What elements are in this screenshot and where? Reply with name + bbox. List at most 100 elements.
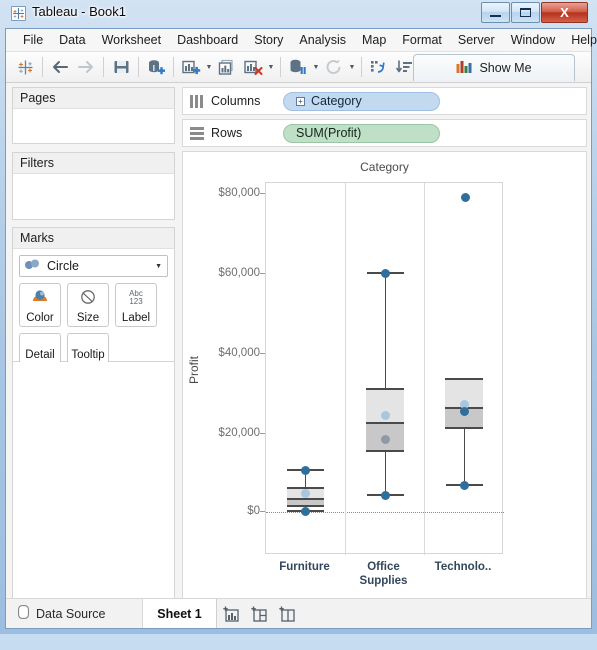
y-tick-label: $80,000 xyxy=(218,187,260,199)
clear-sheet-icon[interactable] xyxy=(240,54,266,80)
menu-window[interactable]: Window xyxy=(503,31,563,49)
close-button[interactable]: X xyxy=(541,2,588,23)
data-point[interactable] xyxy=(301,466,310,475)
menu-worksheet[interactable]: Worksheet xyxy=(94,31,170,49)
new-data-source-icon[interactable] xyxy=(143,54,169,80)
save-icon[interactable] xyxy=(108,54,134,80)
marks-color-button[interactable]: Color xyxy=(19,283,61,327)
sheet-tab-sheet-1[interactable]: Sheet 1 xyxy=(143,599,217,628)
refresh-icon xyxy=(321,54,347,80)
rows-pill-sum-profit[interactable]: SUM(Profit) xyxy=(283,123,440,143)
data-point[interactable] xyxy=(381,491,390,500)
data-point[interactable] xyxy=(301,507,310,516)
color-palette-icon xyxy=(30,284,50,310)
data-point[interactable] xyxy=(301,489,310,498)
menu-dashboard[interactable]: Dashboard xyxy=(169,31,246,49)
menu-data[interactable]: Data xyxy=(51,31,93,49)
redo-arrow-icon xyxy=(73,54,99,80)
marks-card-title: Marks xyxy=(13,228,174,249)
panel-divider xyxy=(345,183,346,555)
plot-area[interactable] xyxy=(265,182,504,555)
marks-tooltip-label: Tooltip xyxy=(71,349,105,361)
marks-buttons-row-1: Color Size Abc 123 Label xyxy=(19,283,168,327)
marks-label-label: Label xyxy=(121,312,151,324)
toolbar-separator xyxy=(361,57,362,77)
menu-format[interactable]: Format xyxy=(394,31,450,49)
data-point[interactable] xyxy=(460,407,469,416)
minimize-button[interactable] xyxy=(481,2,510,23)
tableau-logo-icon xyxy=(11,6,26,21)
marks-detail-label: Detail xyxy=(25,349,55,361)
size-circle-icon xyxy=(79,284,97,310)
menu-map[interactable]: Map xyxy=(354,31,394,49)
toolbar-separator xyxy=(280,57,281,77)
show-me-bars-icon xyxy=(456,60,472,77)
data-point[interactable] xyxy=(381,435,390,444)
mark-type-dropdown[interactable]: Circle ▼ xyxy=(19,255,168,277)
columns-shelf[interactable]: Columns + Category xyxy=(182,87,587,115)
new-worksheet-icon[interactable] xyxy=(217,599,245,628)
data-point[interactable] xyxy=(461,193,470,202)
toolbar: ▼ ▼ ▼ ▼ Show Me xyxy=(6,52,591,83)
svg-text:123: 123 xyxy=(129,297,143,306)
columns-pill-label: Category xyxy=(311,94,362,108)
rows-shelf[interactable]: Rows SUM(Profit) xyxy=(182,119,587,147)
show-me-button[interactable]: Show Me xyxy=(413,54,575,81)
median-line xyxy=(287,498,324,500)
marks-size-button[interactable]: Size xyxy=(67,283,109,327)
x-axis-label[interactable]: Technolo.. xyxy=(423,560,503,574)
filters-card-title: Filters xyxy=(13,153,174,174)
client-area: File Data Worksheet Dashboard Story Anal… xyxy=(5,28,597,629)
close-icon: X xyxy=(560,5,569,20)
filters-card[interactable]: Filters xyxy=(12,152,175,220)
undo-arrow-icon[interactable] xyxy=(47,54,73,80)
data-point[interactable] xyxy=(381,269,390,278)
pause-updates-icon[interactable] xyxy=(285,54,311,80)
tableau-home-icon[interactable] xyxy=(12,54,38,80)
toolbar-separator xyxy=(138,57,139,77)
lower-quartile-line xyxy=(445,427,483,429)
sheet-tab-label: Sheet 1 xyxy=(157,606,202,621)
marks-label-button[interactable]: Abc 123 Label xyxy=(115,283,157,327)
marks-card-overflow xyxy=(12,362,175,619)
y-axis-title: Profit xyxy=(187,355,201,384)
rows-shelf-icon xyxy=(190,127,204,143)
menu-help[interactable]: Help xyxy=(563,31,597,49)
maximize-icon xyxy=(520,8,531,17)
menu-file[interactable]: File xyxy=(15,31,51,49)
marks-color-label: Color xyxy=(26,312,54,324)
menu-server[interactable]: Server xyxy=(450,31,503,49)
chevron-down-icon[interactable]: ▼ xyxy=(266,54,276,80)
data-source-icon xyxy=(18,605,29,622)
marks-size-label: Size xyxy=(76,312,100,324)
tableau-window: Tableau - Book1 X File Data Worksheet Da… xyxy=(0,0,597,634)
column-header-title: Category xyxy=(360,160,409,174)
toolbar-separator xyxy=(103,57,104,77)
pages-card[interactable]: Pages xyxy=(12,87,175,144)
columns-shelf-icon xyxy=(190,95,204,111)
data-source-tab[interactable]: Data Source xyxy=(6,599,143,628)
maximize-button[interactable] xyxy=(511,2,540,23)
menu-bar: File Data Worksheet Dashboard Story Anal… xyxy=(6,29,597,52)
data-point[interactable] xyxy=(460,481,469,490)
minimize-icon xyxy=(490,15,501,17)
chevron-down-icon[interactable]: ▼ xyxy=(204,54,214,80)
menu-analysis[interactable]: Analysis xyxy=(291,31,354,49)
x-axis-label[interactable]: Office Supplies xyxy=(344,560,423,588)
left-pane: Pages Filters Marks Circle ▼ Color Size … xyxy=(12,87,175,619)
menu-story[interactable]: Story xyxy=(246,31,291,49)
duplicate-sheet-icon[interactable] xyxy=(214,54,240,80)
expand-plus-icon[interactable]: + xyxy=(296,96,305,106)
chevron-down-icon[interactable]: ▼ xyxy=(311,54,321,80)
y-tick-label: $20,000 xyxy=(218,427,260,439)
new-story-icon[interactable] xyxy=(273,599,301,628)
median-line xyxy=(366,422,404,424)
columns-pill-category[interactable]: + Category xyxy=(283,91,440,111)
worksheet-view: Category Profit $80,000 $60,000 $40,000 … xyxy=(182,151,587,619)
new-dashboard-icon[interactable] xyxy=(245,599,273,628)
x-axis-label[interactable]: Furniture xyxy=(265,560,344,574)
new-worksheet-icon[interactable] xyxy=(178,54,204,80)
chevron-down-icon[interactable]: ▼ xyxy=(155,263,162,270)
data-point[interactable] xyxy=(381,411,390,420)
swap-rows-columns-icon[interactable] xyxy=(366,54,392,80)
